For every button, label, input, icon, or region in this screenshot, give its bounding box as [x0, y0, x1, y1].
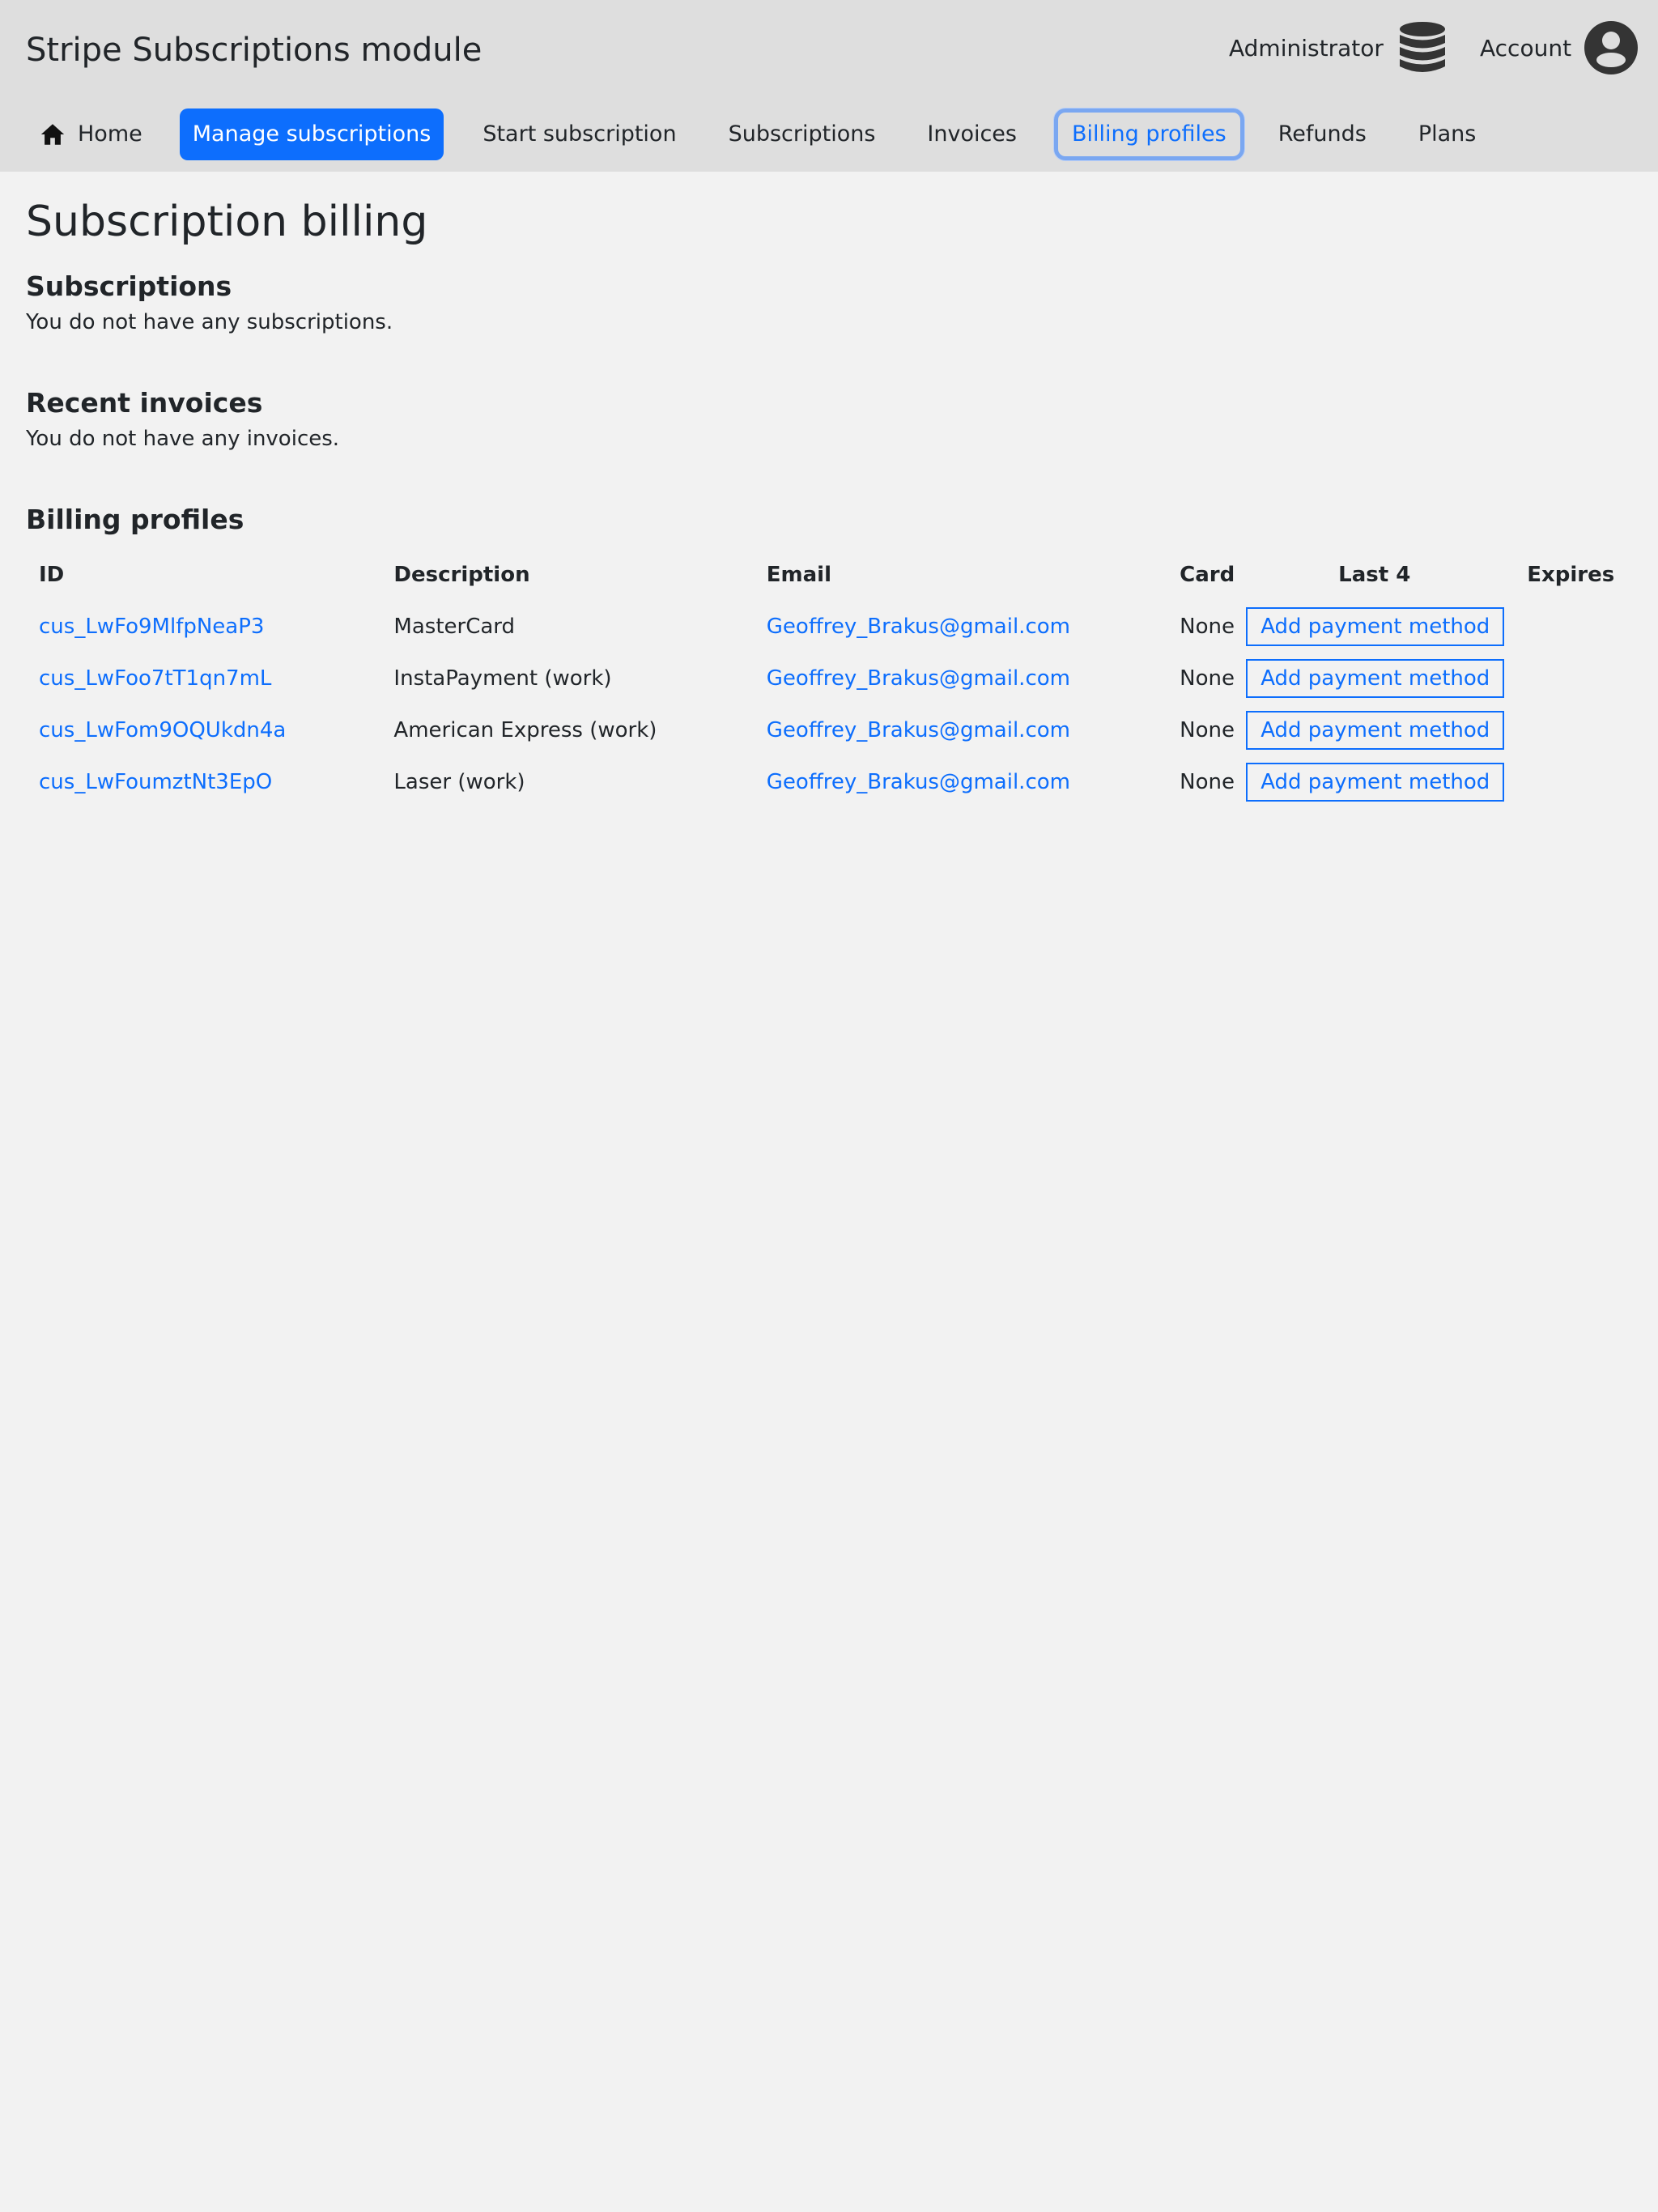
column-header-description: Description — [393, 563, 530, 587]
invoices-heading: Recent invoices — [26, 387, 263, 419]
nav-invoices[interactable]: Invoices — [914, 108, 1030, 160]
administrator-label[interactable]: Administrator — [1229, 35, 1384, 62]
column-header-email: Email — [766, 563, 831, 587]
account-label[interactable]: Account — [1480, 35, 1571, 62]
email-link[interactable]: Geoffrey_Brakus@gmail.com — [767, 615, 1070, 639]
customer-id-link[interactable]: cus_LwFoo7tT1qn7mL — [39, 666, 271, 691]
description-cell: MasterCard — [393, 615, 516, 639]
invoices-empty-text: You do not have any invoices. — [26, 427, 340, 451]
user-circle-icon[interactable] — [1584, 21, 1639, 74]
email-link[interactable]: Geoffrey_Brakus@gmail.com — [767, 770, 1070, 794]
main-content: Subscription billing Subscriptions You d… — [26, 172, 1637, 808]
billing-profiles-table: ID Description Email Card Last 4 Expires… — [26, 549, 1637, 808]
column-header-expires: Expires — [1527, 563, 1615, 587]
card-cell: None — [1180, 666, 1235, 691]
card-cell: None — [1180, 770, 1235, 794]
email-link[interactable]: Geoffrey_Brakus@gmail.com — [767, 718, 1070, 742]
home-icon[interactable] — [39, 121, 66, 148]
nav-start-subscription[interactable]: Start subscription — [470, 108, 689, 160]
nav-manage-subscriptions[interactable]: Manage subscriptions — [179, 108, 444, 160]
administrator-menu[interactable]: Administrator — [1229, 21, 1447, 74]
nav-home-label[interactable]: Home — [78, 108, 142, 160]
column-header-card: Card — [1180, 563, 1235, 587]
nav-subscriptions[interactable]: Subscriptions — [716, 108, 889, 160]
nav-refunds[interactable]: Refunds — [1265, 108, 1380, 160]
billing-profiles-section: Billing profiles ID Description Email Ca… — [26, 500, 1637, 808]
invoices-section: Recent invoices You do not have any invo… — [26, 384, 1637, 455]
site-title[interactable]: Stripe Subscriptions module — [26, 26, 482, 74]
subscriptions-heading: Subscriptions — [26, 270, 232, 302]
account-menu[interactable]: Account — [1480, 21, 1639, 74]
billing-profiles-heading: Billing profiles — [26, 504, 244, 535]
description-cell: American Express (work) — [393, 718, 657, 742]
subscriptions-section: Subscriptions You do not have any subscr… — [26, 267, 1637, 338]
column-header-last4: Last 4 — [1338, 563, 1411, 587]
description-cell: Laser (work) — [393, 770, 525, 794]
column-header-id: ID — [39, 563, 65, 587]
nav-plans[interactable]: Plans — [1405, 108, 1490, 160]
subscriptions-empty-text: You do not have any subscriptions. — [26, 310, 393, 334]
nav-home[interactable]: Home — [26, 108, 155, 160]
site-header: Stripe Subscriptions module Administrato… — [0, 0, 1658, 172]
page-title: Subscription billing — [26, 198, 428, 246]
main-nav: Home Manage subscriptions Start subscrip… — [26, 108, 1489, 160]
card-cell: None — [1180, 718, 1235, 742]
email-link[interactable]: Geoffrey_Brakus@gmail.com — [767, 666, 1070, 691]
customer-id-link[interactable]: cus_LwFo9MlfpNeaP3 — [39, 615, 264, 639]
table-row: cus_LwFo9MlfpNeaP3 MasterCard Geoffrey_B… — [26, 601, 1637, 653]
table-header-row: ID Description Email Card Last 4 Expires — [26, 549, 1637, 601]
customer-id-link[interactable]: cus_LwFoumztNt3EpO — [39, 770, 272, 794]
description-cell: InstaPayment (work) — [393, 666, 612, 691]
add-payment-method-button[interactable]: Add payment method — [1246, 711, 1505, 750]
card-cell: None — [1180, 615, 1235, 639]
table-row: cus_LwFom9OQUkdn4a American Express (wor… — [26, 704, 1637, 756]
table-row: cus_LwFoo7tT1qn7mL InstaPayment (work) G… — [26, 653, 1637, 704]
add-payment-method-button[interactable]: Add payment method — [1246, 763, 1505, 802]
add-payment-method-button[interactable]: Add payment method — [1246, 659, 1505, 698]
table-row: cus_LwFoumztNt3EpO Laser (work) Geoffrey… — [26, 756, 1637, 808]
database-icon[interactable] — [1398, 21, 1447, 74]
nav-billing-profiles[interactable]: Billing profiles — [1054, 108, 1244, 160]
add-payment-method-button[interactable]: Add payment method — [1246, 607, 1505, 646]
customer-id-link[interactable]: cus_LwFom9OQUkdn4a — [39, 718, 286, 742]
